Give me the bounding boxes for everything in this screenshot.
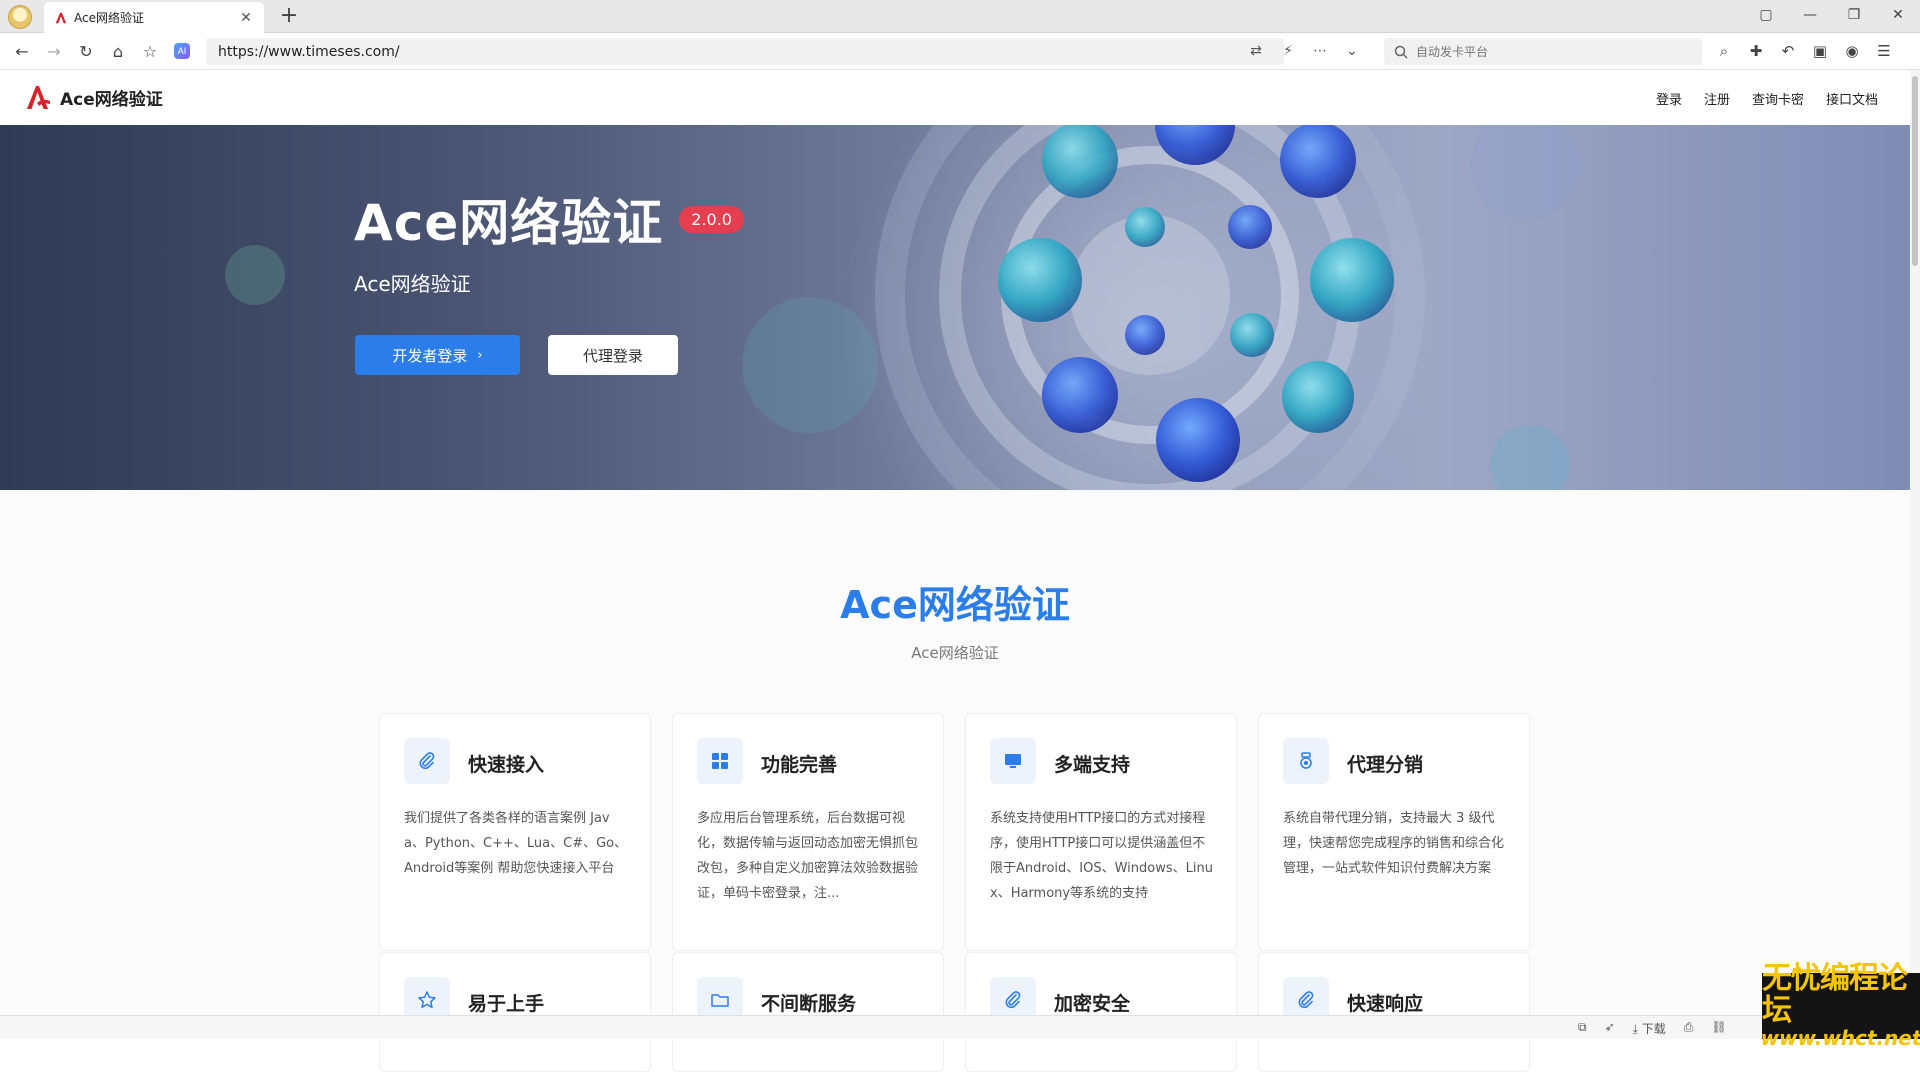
site-header: Ace网络验证 登录 注册 查询卡密 接口文档 xyxy=(0,70,1910,125)
browser-colorful-icon[interactable]: ◉ xyxy=(1840,39,1864,63)
paperclip-icon xyxy=(404,738,450,784)
site-nav: 登录 注册 查询卡密 接口文档 xyxy=(1656,89,1878,108)
developer-login-button[interactable]: 开发者登录 › xyxy=(355,335,520,375)
search-input[interactable] xyxy=(1416,44,1666,59)
nav-login-link[interactable]: 登录 xyxy=(1656,89,1682,108)
feature-desc: 系统支持使用HTTP接口的方式对接程序，使用HTTP接口可以提供涵盖但不限于An… xyxy=(990,811,1213,901)
grid-icon xyxy=(697,738,743,784)
feature-card[interactable]: 不间断服务 xyxy=(672,952,944,1072)
logo-icon xyxy=(27,86,50,109)
tab-close-icon[interactable]: ✕ xyxy=(238,10,254,26)
feature-title: 多端支持 xyxy=(1054,754,1131,776)
feature-title: 快速响应 xyxy=(1347,993,1424,1015)
minimize-icon[interactable]: — xyxy=(1788,0,1832,30)
hero-subtitle: Ace网络验证 xyxy=(354,272,471,296)
feature-title: 不间断服务 xyxy=(761,993,857,1015)
favorites-star-icon[interactable]: ☆ xyxy=(138,39,162,63)
nav-query-card-link[interactable]: 查询卡密 xyxy=(1752,89,1804,108)
version-badge: 2.0.0 xyxy=(679,205,744,233)
developer-login-label: 开发者登录 xyxy=(392,346,468,365)
screenshot-icon[interactable]: ⧉ xyxy=(1578,1020,1587,1037)
hero-title: Ace网络验证 xyxy=(354,194,664,252)
profile-avatar[interactable] xyxy=(8,5,32,29)
extensions-puzzle-icon[interactable]: ✚ xyxy=(1744,39,1768,63)
hero-banner: Ace网络验证 2.0.0 Ace网络验证 开发者登录 › 代理登录 xyxy=(0,125,1910,490)
feature-desc: 多应用后台管理系统，后台数据可视化，数据传输与返回动态加密无惧抓包改包，多种自定… xyxy=(697,811,919,901)
browser-tab[interactable]: Ace网络验证 ✕ xyxy=(44,2,264,33)
search-go-icon[interactable]: ⌕ xyxy=(1712,39,1736,63)
download-button[interactable]: ⤓ 下载 xyxy=(1633,1020,1666,1037)
translate-icon[interactable]: ⇄ xyxy=(1245,39,1267,63)
hero-background-art xyxy=(225,125,1580,490)
feature-title: 代理分销 xyxy=(1347,754,1424,776)
menu-icon[interactable]: ☰ xyxy=(1872,39,1896,63)
chevron-right-icon: › xyxy=(477,347,483,363)
agent-login-button[interactable]: 代理登录 xyxy=(548,335,678,375)
feature-card[interactable]: 功能完善 多应用后台管理系统，后台数据可视化，数据传输与返回动态加密无惧抓包改包… xyxy=(672,713,944,951)
feature-card[interactable]: 加密安全 xyxy=(965,952,1237,1072)
window-controls: ▢ — ❐ ✕ xyxy=(1744,0,1920,30)
feature-title: 加密安全 xyxy=(1054,993,1131,1015)
printer-icon[interactable]: ⎙ xyxy=(1684,1020,1694,1037)
ai-assistant-icon[interactable]: AI xyxy=(170,39,194,63)
back-icon[interactable]: ← xyxy=(10,39,34,63)
restore-icon[interactable]: ❐ xyxy=(1832,0,1876,30)
site-logo[interactable]: Ace网络验证 xyxy=(24,83,163,111)
search-icon xyxy=(1394,45,1408,59)
nav-api-docs-link[interactable]: 接口文档 xyxy=(1826,89,1878,108)
forward-icon[interactable]: → xyxy=(42,39,66,63)
feature-title: 功能完善 xyxy=(761,754,838,776)
browser-status-bar: ⧉ ➶ ⤓ 下载 ⎙ ⛓ xyxy=(0,1015,1920,1039)
tshirt-skin-icon[interactable]: ▢ xyxy=(1744,0,1788,30)
feature-card[interactable]: 快速接入 我们提供了各类各样的语言案例 Java、Python、C++、Lua、… xyxy=(379,713,651,951)
monitor-icon xyxy=(990,738,1036,784)
site-favicon-icon xyxy=(55,12,67,23)
search-box[interactable] xyxy=(1384,38,1702,65)
medal-icon xyxy=(1283,738,1329,784)
undo-icon[interactable]: ↶ xyxy=(1776,39,1800,63)
nav-register-link[interactable]: 注册 xyxy=(1704,89,1730,108)
feature-desc: 系统自带代理分销，支持最大 3 级代理，快速帮您完成程序的销售和综合化管理，一站… xyxy=(1283,811,1505,876)
address-bar[interactable]: https://www.timeses.com/ xyxy=(206,38,1284,65)
scrollbar-thumb[interactable] xyxy=(1912,76,1918,266)
reload-icon[interactable]: ↻ xyxy=(74,39,98,63)
section-subtitle: Ace网络验证 xyxy=(911,644,999,662)
feature-title: 易于上手 xyxy=(468,993,545,1015)
toolbox-icon[interactable]: ▣ xyxy=(1808,39,1832,63)
feature-desc: 我们提供了各类各样的语言案例 Java、Python、C++、Lua、C#、Go… xyxy=(404,811,628,876)
agent-login-label: 代理登录 xyxy=(582,346,643,365)
forum-watermark: 无忧编程论坛 www.whct.net xyxy=(1761,963,1920,1049)
chevron-down-icon[interactable]: ⌄ xyxy=(1341,39,1363,63)
feature-card[interactable]: 易于上手 xyxy=(379,952,651,1072)
brand-name: Ace网络验证 xyxy=(60,89,163,110)
home-icon[interactable]: ⌂ xyxy=(106,39,130,63)
watermark-line2: www.whct.net xyxy=(1760,1026,1920,1050)
feature-card[interactable]: 代理分销 系统自带代理分销，支持最大 3 级代理，快速帮您完成程序的销售和综合化… xyxy=(1258,713,1530,951)
feature-card[interactable]: 多端支持 系统支持使用HTTP接口的方式对接程序，使用HTTP接口可以提供涵盖但… xyxy=(965,713,1237,951)
page-scrollbar[interactable] xyxy=(1910,70,1920,1015)
feature-card[interactable]: 快速响应 xyxy=(1258,952,1530,1072)
hero-title-row: Ace网络验证 2.0.0 xyxy=(354,183,744,255)
browser-toolbar: ← → ↻ ⌂ ☆ AI https://www.timeses.com/ ⇄ … xyxy=(0,33,1920,70)
tab-title: Ace网络验证 xyxy=(74,11,144,25)
new-tab-button[interactable]: + xyxy=(276,3,302,29)
download-label: 下载 xyxy=(1641,1022,1666,1036)
close-window-icon[interactable]: ✕ xyxy=(1876,0,1920,30)
address-url: https://www.timeses.com/ xyxy=(218,43,400,60)
section-title: Ace网络验证 xyxy=(840,583,1070,627)
features-section: Ace网络验证 Ace网络验证 快速接入 我们提供了各类各样的语言案例 Java… xyxy=(0,490,1910,1072)
link-icon[interactable]: ⛓ xyxy=(1711,1020,1726,1037)
rocket-icon[interactable]: ➶ xyxy=(1605,1020,1615,1037)
more-dots-icon[interactable]: ⋯ xyxy=(1309,39,1331,63)
watermark-line1: 无忧编程论坛 xyxy=(1762,961,1908,1028)
feature-title: 快速接入 xyxy=(468,754,545,776)
lightning-icon[interactable]: ⚡ xyxy=(1277,39,1299,63)
browser-tab-bar: Ace网络验证 ✕ + ▢ — ❐ ✕ xyxy=(0,0,1920,33)
